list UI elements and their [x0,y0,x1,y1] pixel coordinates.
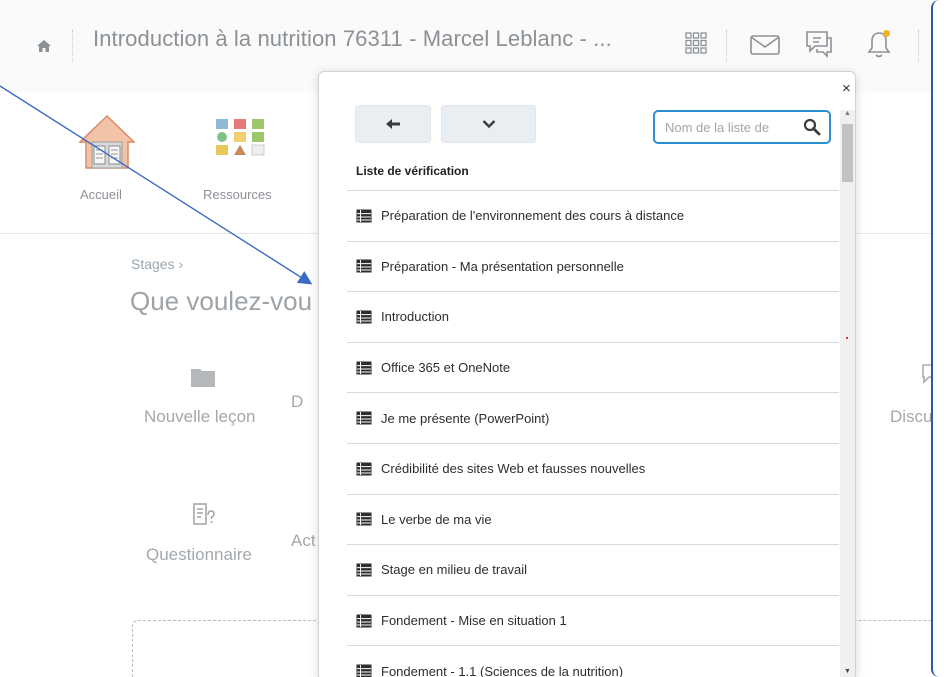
checklist-icon [356,664,372,677]
page-title: Que voulez-vou [130,286,313,316]
list-header: Liste de vérification [356,164,469,178]
checklist-icon [356,310,372,324]
grid-icon[interactable] [684,31,708,55]
course-title[interactable]: Introduction à la nutrition 76311 - Marc… [93,26,612,52]
back-button[interactable] [355,105,431,143]
dropdown-button[interactable] [441,105,536,143]
close-icon[interactable]: × [842,81,851,96]
list-item-label: Office 365 et OneNote [381,360,511,376]
resources-grid-icon[interactable] [214,117,270,157]
breadcrumb[interactable]: Stages › [131,256,183,272]
list-item[interactable]: Office 365 et OneNote [347,343,839,394]
notification-badge [883,30,890,37]
checklist-icon [356,512,372,526]
list-item-label: Fondement - 1.1 (Sciences de la nutritio… [381,663,624,677]
search-icon[interactable] [803,118,821,136]
scroll-up-arrow-icon[interactable]: ▲ [840,110,855,122]
nav-accueil-label[interactable]: Accueil [80,187,122,202]
list-item[interactable]: Stage en milieu de travail [347,545,839,596]
list-item-label: Je me présente (PowerPoint) [381,410,550,426]
cursor-dot [846,337,848,339]
home-house-icon[interactable] [76,112,138,172]
list-item[interactable]: Préparation - Ma présentation personnell… [347,242,839,293]
list-item[interactable]: Préparation de l'environnement des cours… [347,191,839,242]
questionnaire-label[interactable]: Questionnaire [146,545,252,565]
list-item-label: Le verbe de ma vie [381,511,492,527]
scroll-down-arrow-icon[interactable]: ▼ [840,668,855,677]
topbar-divider [72,30,73,62]
quiz-icon [193,503,215,525]
checklist-icon [356,462,372,476]
topbar-divider [918,30,919,62]
list-item[interactable]: Le verbe de ma vie [347,495,839,546]
topbar-divider [726,30,727,62]
new-lesson-label[interactable]: Nouvelle leçon [144,407,256,427]
list-item[interactable]: Fondement - 1.1 (Sciences de la nutritio… [347,646,839,677]
home-icon[interactable] [36,38,52,54]
list-item[interactable]: Introduction [347,292,839,343]
list-item[interactable]: Fondement - Mise en situation 1 [347,596,839,647]
list-item[interactable]: Je me présente (PowerPoint) [347,393,839,444]
checklist-icon [356,259,372,273]
checklist-icon [356,361,372,375]
annotation-panel [931,0,944,677]
arrow-left-icon [386,119,400,129]
search-input[interactable] [655,112,795,142]
scroll-thumb[interactable] [842,124,853,182]
mail-icon[interactable] [750,35,780,55]
list-item-label: Préparation - Ma présentation personnell… [381,258,624,274]
checklist-icon [356,614,372,628]
search-field[interactable] [653,110,831,144]
checklist-dialog: × Liste de vérification Préparation de l… [318,71,856,677]
list-item-label: Fondement - Mise en situation 1 [381,613,567,629]
checklist-list: Préparation de l'environnement des cours… [347,191,839,677]
chevron-down-icon [482,120,495,129]
checklist-icon [356,411,372,425]
list-item-label: Préparation de l'environnement des cours… [381,208,685,224]
folder-icon [191,369,215,387]
bg-item-d-label[interactable]: D [291,392,303,412]
bg-item-act-label[interactable]: Act [291,531,316,551]
nav-ressources-label[interactable]: Ressources [203,187,272,202]
dialog-toolbar: × [319,72,855,156]
chat-icon[interactable] [805,29,833,59]
list-item-label: Stage en milieu de travail [381,562,527,578]
list-item-label: Crédibilité des sites Web et fausses nou… [381,461,646,477]
scrollbar[interactable]: ▲ ▼ [840,110,855,677]
checklist-icon [356,209,372,223]
list-item-label: Introduction [381,309,449,325]
checklist-icon [356,563,372,577]
list-item[interactable]: Crédibilité des sites Web et fausses nou… [347,444,839,495]
